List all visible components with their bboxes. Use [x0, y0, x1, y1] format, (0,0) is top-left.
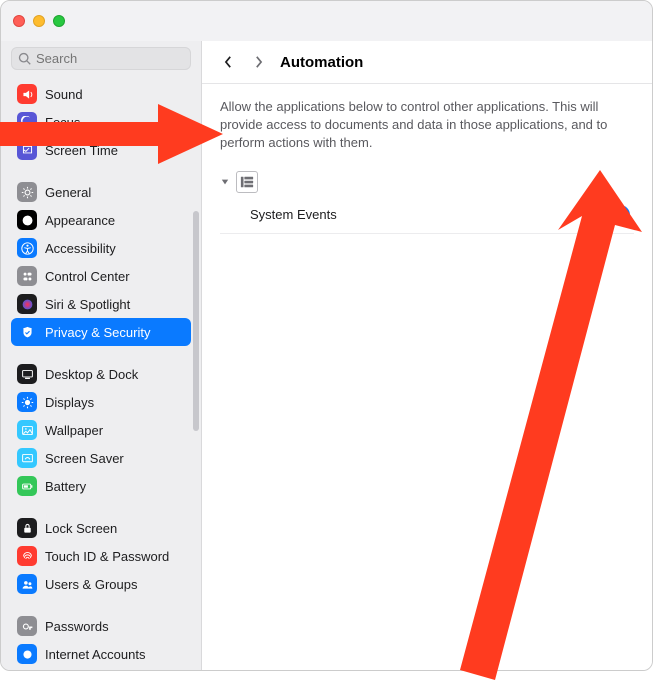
app-icon	[236, 171, 258, 193]
sidebar-item-label: Battery	[45, 479, 86, 494]
sidebar-item-screentime[interactable]: Screen Time	[11, 136, 191, 164]
sidebar-item-label: Appearance	[45, 213, 115, 228]
zoom-window-button[interactable]	[53, 15, 65, 27]
internet-icon: @	[17, 644, 37, 664]
sidebar-item-label: Touch ID & Password	[45, 549, 169, 564]
sidebar-item-label: Passwords	[45, 619, 109, 634]
users-icon	[17, 574, 37, 594]
sidebar-item-label: Desktop & Dock	[45, 367, 138, 382]
minimize-window-button[interactable]	[33, 15, 45, 27]
sidebar-item-label: Accessibility	[45, 241, 116, 256]
content-header: Automation	[202, 41, 652, 84]
sidebar-item-appearance[interactable]: Appearance	[11, 206, 191, 234]
sidebar-item-general[interactable]: General	[11, 178, 191, 206]
wallpaper-icon	[17, 420, 37, 440]
general-icon	[17, 182, 37, 202]
sidebar-item-label: Sound	[45, 87, 83, 102]
screentime-icon	[17, 140, 37, 160]
permission-toggle[interactable]	[596, 205, 630, 225]
appearance-icon	[17, 210, 37, 230]
sidebar-item-label: Privacy & Security	[45, 325, 150, 340]
sidebar-item-label: Displays	[45, 395, 94, 410]
sidebar-item-sound[interactable]: Sound	[11, 80, 191, 108]
sidebar-item-displays[interactable]: Displays	[11, 388, 191, 416]
passwords-icon	[17, 616, 37, 636]
focus-icon	[17, 112, 37, 132]
sidebar-item-siri[interactable]: Siri & Spotlight	[11, 290, 191, 318]
search-icon	[18, 52, 32, 66]
sidebar-item-controlcenter[interactable]: Control Center	[11, 262, 191, 290]
sidebar-item-touchid[interactable]: Touch ID & Password	[11, 542, 191, 570]
sidebar-item-label: Internet Accounts	[45, 647, 145, 662]
sidebar-item-internet[interactable]: @ Internet Accounts	[11, 640, 191, 668]
sidebar-item-accessibility[interactable]: Accessibility	[11, 234, 191, 262]
sidebar-item-label: General	[45, 185, 91, 200]
sidebar-item-label: Screen Saver	[45, 451, 124, 466]
app-disclosure-row[interactable]	[220, 167, 634, 197]
sidebar-item-focus[interactable]: Focus	[11, 108, 191, 136]
sidebar-item-label: Screen Time	[45, 143, 118, 158]
accessibility-icon	[17, 238, 37, 258]
sidebar-item-users[interactable]: Users & Groups	[11, 570, 191, 598]
sidebar-item-passwords[interactable]: Passwords	[11, 612, 191, 640]
sidebar-item-privacy[interactable]: Privacy & Security	[11, 318, 191, 346]
sidebar: Sound Focus Screen Time General Appearance Ac…	[1, 41, 201, 670]
sidebar-item-battery[interactable]: Battery	[11, 472, 191, 500]
sidebar-item-desktop[interactable]: Desktop & Dock	[11, 360, 191, 388]
sidebar-item-label: Lock Screen	[45, 521, 117, 536]
sidebar-item-lockscreen[interactable]: Lock Screen	[11, 514, 191, 542]
close-window-button[interactable]	[13, 15, 25, 27]
controlcenter-icon	[17, 266, 37, 286]
sidebar-item-label: Siri & Spotlight	[45, 297, 130, 312]
battery-icon	[17, 476, 37, 496]
description-text: Allow the applications below to control …	[220, 98, 634, 153]
sidebar-item-label: Focus	[45, 115, 80, 130]
sidebar-item-screensaver[interactable]: Screen Saver	[11, 444, 191, 472]
displays-icon	[17, 392, 37, 412]
svg-text:@: @	[24, 651, 31, 658]
forward-button[interactable]	[246, 51, 270, 73]
sidebar-item-label: Wallpaper	[45, 423, 103, 438]
privacy-icon	[17, 322, 37, 342]
touchid-icon	[17, 546, 37, 566]
search-field[interactable]	[11, 47, 191, 70]
sound-icon	[17, 84, 37, 104]
screensaver-icon	[17, 448, 37, 468]
sidebar-item-label: Users & Groups	[45, 577, 137, 592]
sidebar-item-label: Control Center	[45, 269, 130, 284]
desktop-icon	[17, 364, 37, 384]
permission-label: System Events	[250, 207, 337, 222]
siri-icon	[17, 294, 37, 314]
permission-row: System Events	[220, 197, 634, 234]
titlebar	[1, 1, 652, 41]
sidebar-scrollbar[interactable]	[193, 211, 199, 431]
page-title: Automation	[280, 54, 363, 71]
disclosure-triangle-icon[interactable]	[220, 178, 230, 186]
lockscreen-icon	[17, 518, 37, 538]
search-input[interactable]	[36, 51, 184, 66]
back-button[interactable]	[216, 51, 240, 73]
sidebar-item-wallpaper[interactable]: Wallpaper	[11, 416, 191, 444]
